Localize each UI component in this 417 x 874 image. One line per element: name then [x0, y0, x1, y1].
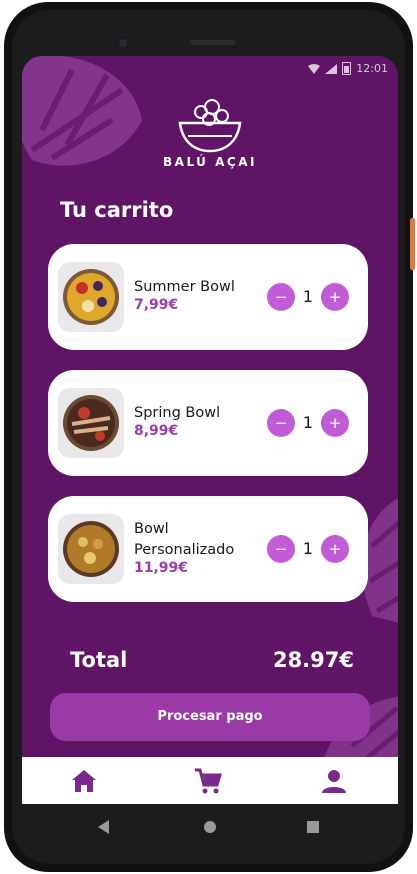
decrease-quantity-button[interactable]: − — [267, 409, 295, 437]
increase-quantity-button[interactable]: + — [321, 283, 349, 311]
custom-bowl-image — [58, 514, 124, 584]
cart-item: Bowl Personalizado 11,99€ − 1 + — [48, 496, 368, 602]
earpiece — [190, 40, 236, 45]
item-name-line2: Personalizado — [134, 542, 235, 558]
front-camera — [116, 36, 130, 50]
total-label: Total — [70, 648, 128, 672]
item-name: Summer Bowl — [134, 279, 235, 295]
quantity-value: 1 — [302, 287, 314, 306]
quantity-value: 1 — [302, 413, 314, 432]
cart-item: Spring Bowl 8,99€ − 1 + — [48, 370, 368, 476]
spring-bowl-image — [58, 388, 124, 458]
bottom-tab-bar — [22, 757, 398, 804]
cart-icon[interactable] — [193, 766, 223, 796]
battery-icon — [342, 62, 352, 75]
signal-icon — [325, 63, 338, 74]
quantity-value: 1 — [302, 539, 314, 558]
back-icon[interactable] — [98, 820, 110, 834]
side-button — [410, 218, 415, 270]
wifi-icon — [308, 63, 321, 74]
status-bar: 12:01 — [308, 62, 388, 75]
decrease-quantity-button[interactable]: − — [267, 535, 295, 563]
item-price: 11,99€ — [134, 560, 189, 576]
home-nav-icon[interactable] — [203, 820, 217, 834]
decrease-quantity-button[interactable]: − — [267, 283, 295, 311]
total-value: 28.97€ — [272, 648, 354, 672]
cart-item: Summer Bowl 7,99€ − 1 + — [48, 244, 368, 350]
profile-icon[interactable] — [319, 766, 349, 796]
increase-quantity-button[interactable]: + — [321, 409, 349, 437]
android-nav-bar — [22, 804, 398, 850]
summer-bowl-image — [58, 262, 124, 332]
brand-name: BALÚ AÇAI — [163, 155, 257, 169]
cart-title: Tu carrito — [60, 198, 174, 222]
recents-icon[interactable] — [307, 821, 319, 833]
process-payment-button[interactable]: Procesar pago — [50, 693, 370, 741]
item-price: 8,99€ — [134, 423, 179, 439]
status-time: 12:01 — [356, 62, 388, 75]
acai-bowl-logo — [178, 99, 242, 153]
home-icon[interactable] — [69, 766, 99, 796]
increase-quantity-button[interactable]: + — [321, 535, 349, 563]
app-screen: 12:01 BALÚ AÇAI Tu carrito Summer Bowl 7… — [22, 56, 398, 804]
item-price: 7,99€ — [134, 297, 179, 313]
item-name: Spring Bowl — [134, 405, 221, 421]
item-name: Bowl — [134, 521, 169, 537]
